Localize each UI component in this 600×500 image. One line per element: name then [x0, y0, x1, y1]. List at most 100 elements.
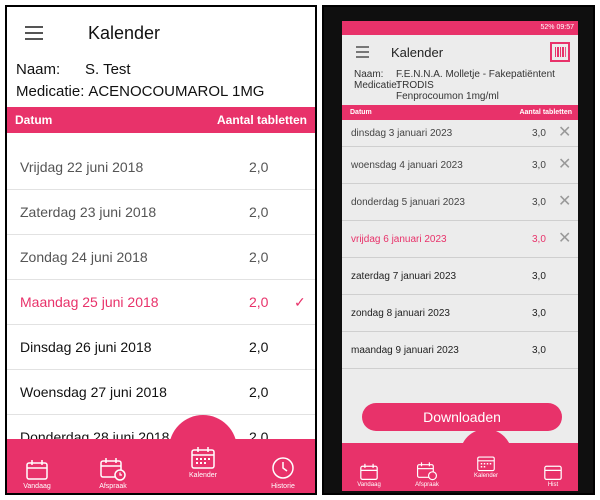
- medication-name: ACENOCOUMAROL 1MG: [88, 83, 265, 100]
- patient-info: Naam: F.E.N.N.A. Molletje - Fakepatiënten…: [342, 69, 578, 102]
- column-tablets: Aantal tabletten: [519, 109, 572, 116]
- bottom-nav: Vandaag Afspraak Kalender Historie: [7, 439, 315, 493]
- calendar-icon: [544, 465, 562, 480]
- nav-appointment[interactable]: Afspraak: [406, 461, 448, 488]
- table-row[interactable]: Zondag 24 juni 2018 2,0: [7, 235, 315, 280]
- nav-today[interactable]: Vandaag: [9, 459, 65, 490]
- calendar-list: dinsdag 3 januari 2023 3,0 ✕ woensdag 4 …: [342, 120, 578, 369]
- row-date: Zondag 24 juni 2018: [20, 249, 148, 265]
- row-value: 2,0: [249, 249, 269, 265]
- table-row[interactable]: Woensdag 27 juni 2018 2,0: [7, 370, 315, 415]
- row-date: vrijdag 6 januari 2023: [351, 233, 447, 245]
- nav-history-label: Hist: [547, 482, 559, 488]
- row-date: donderdag 5 januari 2023: [351, 196, 465, 208]
- table-header: Datum Aantal tabletten: [342, 105, 578, 120]
- nav-calendar[interactable]: Kalender: [465, 454, 507, 479]
- close-icon[interactable]: ✕: [558, 157, 571, 173]
- row-date: woensdag 4 januari 2023: [351, 159, 463, 171]
- calendar-grid-icon: [477, 456, 495, 472]
- row-value: 2,0: [249, 294, 269, 310]
- nav-calendar-label: Kalender: [473, 473, 499, 479]
- row-value: 2,0: [249, 204, 269, 220]
- row-value: 3,0: [532, 344, 546, 356]
- name-label: Naam:: [16, 61, 61, 78]
- nav-calendar[interactable]: Kalender: [175, 446, 231, 479]
- calendar-list: Vrijdag 22 juni 2018 2,0 Zaterdag 23 jun…: [7, 145, 315, 460]
- nav-today-label: Vandaag: [357, 482, 381, 488]
- row-value: 2,0: [249, 159, 269, 175]
- name-label: Naam:: [354, 69, 384, 80]
- clock-icon: [272, 457, 294, 479]
- hamburger-menu-icon[interactable]: [356, 46, 369, 58]
- table-row[interactable]: Dinsdag 26 juni 2018 2,0: [7, 325, 315, 370]
- table-row-selected[interactable]: Maandag 25 juni 2018 2,0 ✓: [7, 280, 315, 325]
- status-bar: 52% 09:57: [342, 21, 578, 35]
- row-value: 3,0: [532, 270, 546, 282]
- calendar-grid-icon: [191, 447, 215, 469]
- table-row[interactable]: maandag 9 januari 2023 3,0: [342, 332, 578, 369]
- table-row[interactable]: woensdag 4 januari 2023 3,0 ✕: [342, 147, 578, 184]
- row-date: Woensdag 27 juni 2018: [20, 384, 167, 400]
- checkmark-icon: ✓: [294, 293, 306, 310]
- table-row[interactable]: zondag 8 januari 2023 3,0: [342, 295, 578, 332]
- table-row[interactable]: donderdag 5 januari 2023 3,0 ✕: [342, 184, 578, 221]
- row-date: dinsdag 3 januari 2023: [351, 127, 453, 139]
- patient-name: S. Test: [85, 61, 131, 78]
- bottom-nav: Vandaag Afspraak Kalender Hist: [342, 443, 578, 491]
- app-header: Kalender: [342, 35, 578, 69]
- row-value: 3,0: [532, 307, 546, 319]
- page-title: Kalender: [88, 22, 161, 43]
- row-value: 3,0: [532, 127, 546, 139]
- calendar-clock-icon: [416, 462, 438, 481]
- left-phone-screen: Kalender Naam: S. Test Medicatie: ACENOCO…: [5, 5, 317, 495]
- column-date: Datum: [350, 109, 372, 116]
- patient-info: Naam: S. Test Medicatie: ACENOCOUMAROL 1M…: [7, 59, 315, 103]
- medication-label: Medicatie:: [16, 83, 85, 100]
- row-value: 3,0: [532, 159, 546, 171]
- page-title: Kalender: [391, 44, 444, 60]
- nav-appointment-label: Afspraak: [415, 482, 439, 488]
- medication-label: Medicatie:: [354, 80, 400, 91]
- medication-name: TRODIS: [396, 80, 434, 91]
- row-value: 3,0: [532, 233, 546, 245]
- hamburger-menu-icon[interactable]: [25, 26, 43, 40]
- barcode-scan-icon[interactable]: [550, 42, 570, 62]
- row-date: Zaterdag 23 juni 2018: [20, 204, 157, 220]
- nav-appointment[interactable]: Afspraak: [85, 457, 141, 490]
- table-row[interactable]: Vrijdag 22 juni 2018 2,0: [7, 145, 315, 190]
- calendar-icon: [360, 463, 378, 480]
- row-value: 2,0: [249, 384, 269, 400]
- patient-name: F.E.N.N.A. Molletje - Fakepatiëntent: [396, 69, 555, 80]
- row-date: maandag 9 januari 2023: [351, 344, 459, 356]
- nav-calendar-label: Kalender: [188, 472, 218, 479]
- row-value: 2,0: [249, 339, 269, 355]
- row-date: zondag 8 januari 2023: [351, 307, 450, 319]
- table-row-selected[interactable]: vrijdag 6 januari 2023 3,0 ✕: [342, 221, 578, 258]
- nav-history[interactable]: Historie: [255, 455, 311, 490]
- row-date: Dinsdag 26 juni 2018: [20, 339, 152, 355]
- close-icon[interactable]: ✕: [558, 194, 571, 210]
- calendar-icon: [26, 460, 48, 480]
- nav-appointment-label: Afspraak: [99, 483, 127, 490]
- nav-history[interactable]: Hist: [532, 463, 574, 488]
- table-header: Datum Aantal tabletten: [7, 107, 315, 133]
- download-button[interactable]: Downloaden: [362, 403, 562, 431]
- right-phone-screen: 52% 09:57 Kalender Naam: F.E.N.N.A. Molle…: [342, 21, 578, 491]
- nav-history-label: Historie: [271, 483, 295, 490]
- nav-today[interactable]: Vandaag: [348, 463, 390, 488]
- row-date: Maandag 25 juni 2018: [20, 294, 159, 310]
- row-date: zaterdag 7 januari 2023: [351, 270, 457, 282]
- row-value: 3,0: [532, 196, 546, 208]
- nav-today-label: Vandaag: [23, 483, 51, 490]
- table-row[interactable]: dinsdag 3 januari 2023 3,0 ✕: [342, 120, 578, 147]
- table-row[interactable]: Zaterdag 23 juni 2018 2,0: [7, 190, 315, 235]
- calendar-clock-icon: [100, 458, 126, 481]
- right-phone-photo: 52% 09:57 Kalender Naam: F.E.N.N.A. Molle…: [322, 5, 595, 495]
- row-date: Vrijdag 22 juni 2018: [20, 159, 144, 175]
- close-icon[interactable]: ✕: [558, 231, 571, 247]
- column-date: Datum: [15, 113, 53, 127]
- close-icon[interactable]: ✕: [558, 125, 571, 141]
- column-tablets: Aantal tabletten: [216, 113, 307, 127]
- table-row[interactable]: zaterdag 7 januari 2023 3,0: [342, 258, 578, 295]
- medication-detail: Fenprocoumon 1mg/ml: [396, 91, 499, 102]
